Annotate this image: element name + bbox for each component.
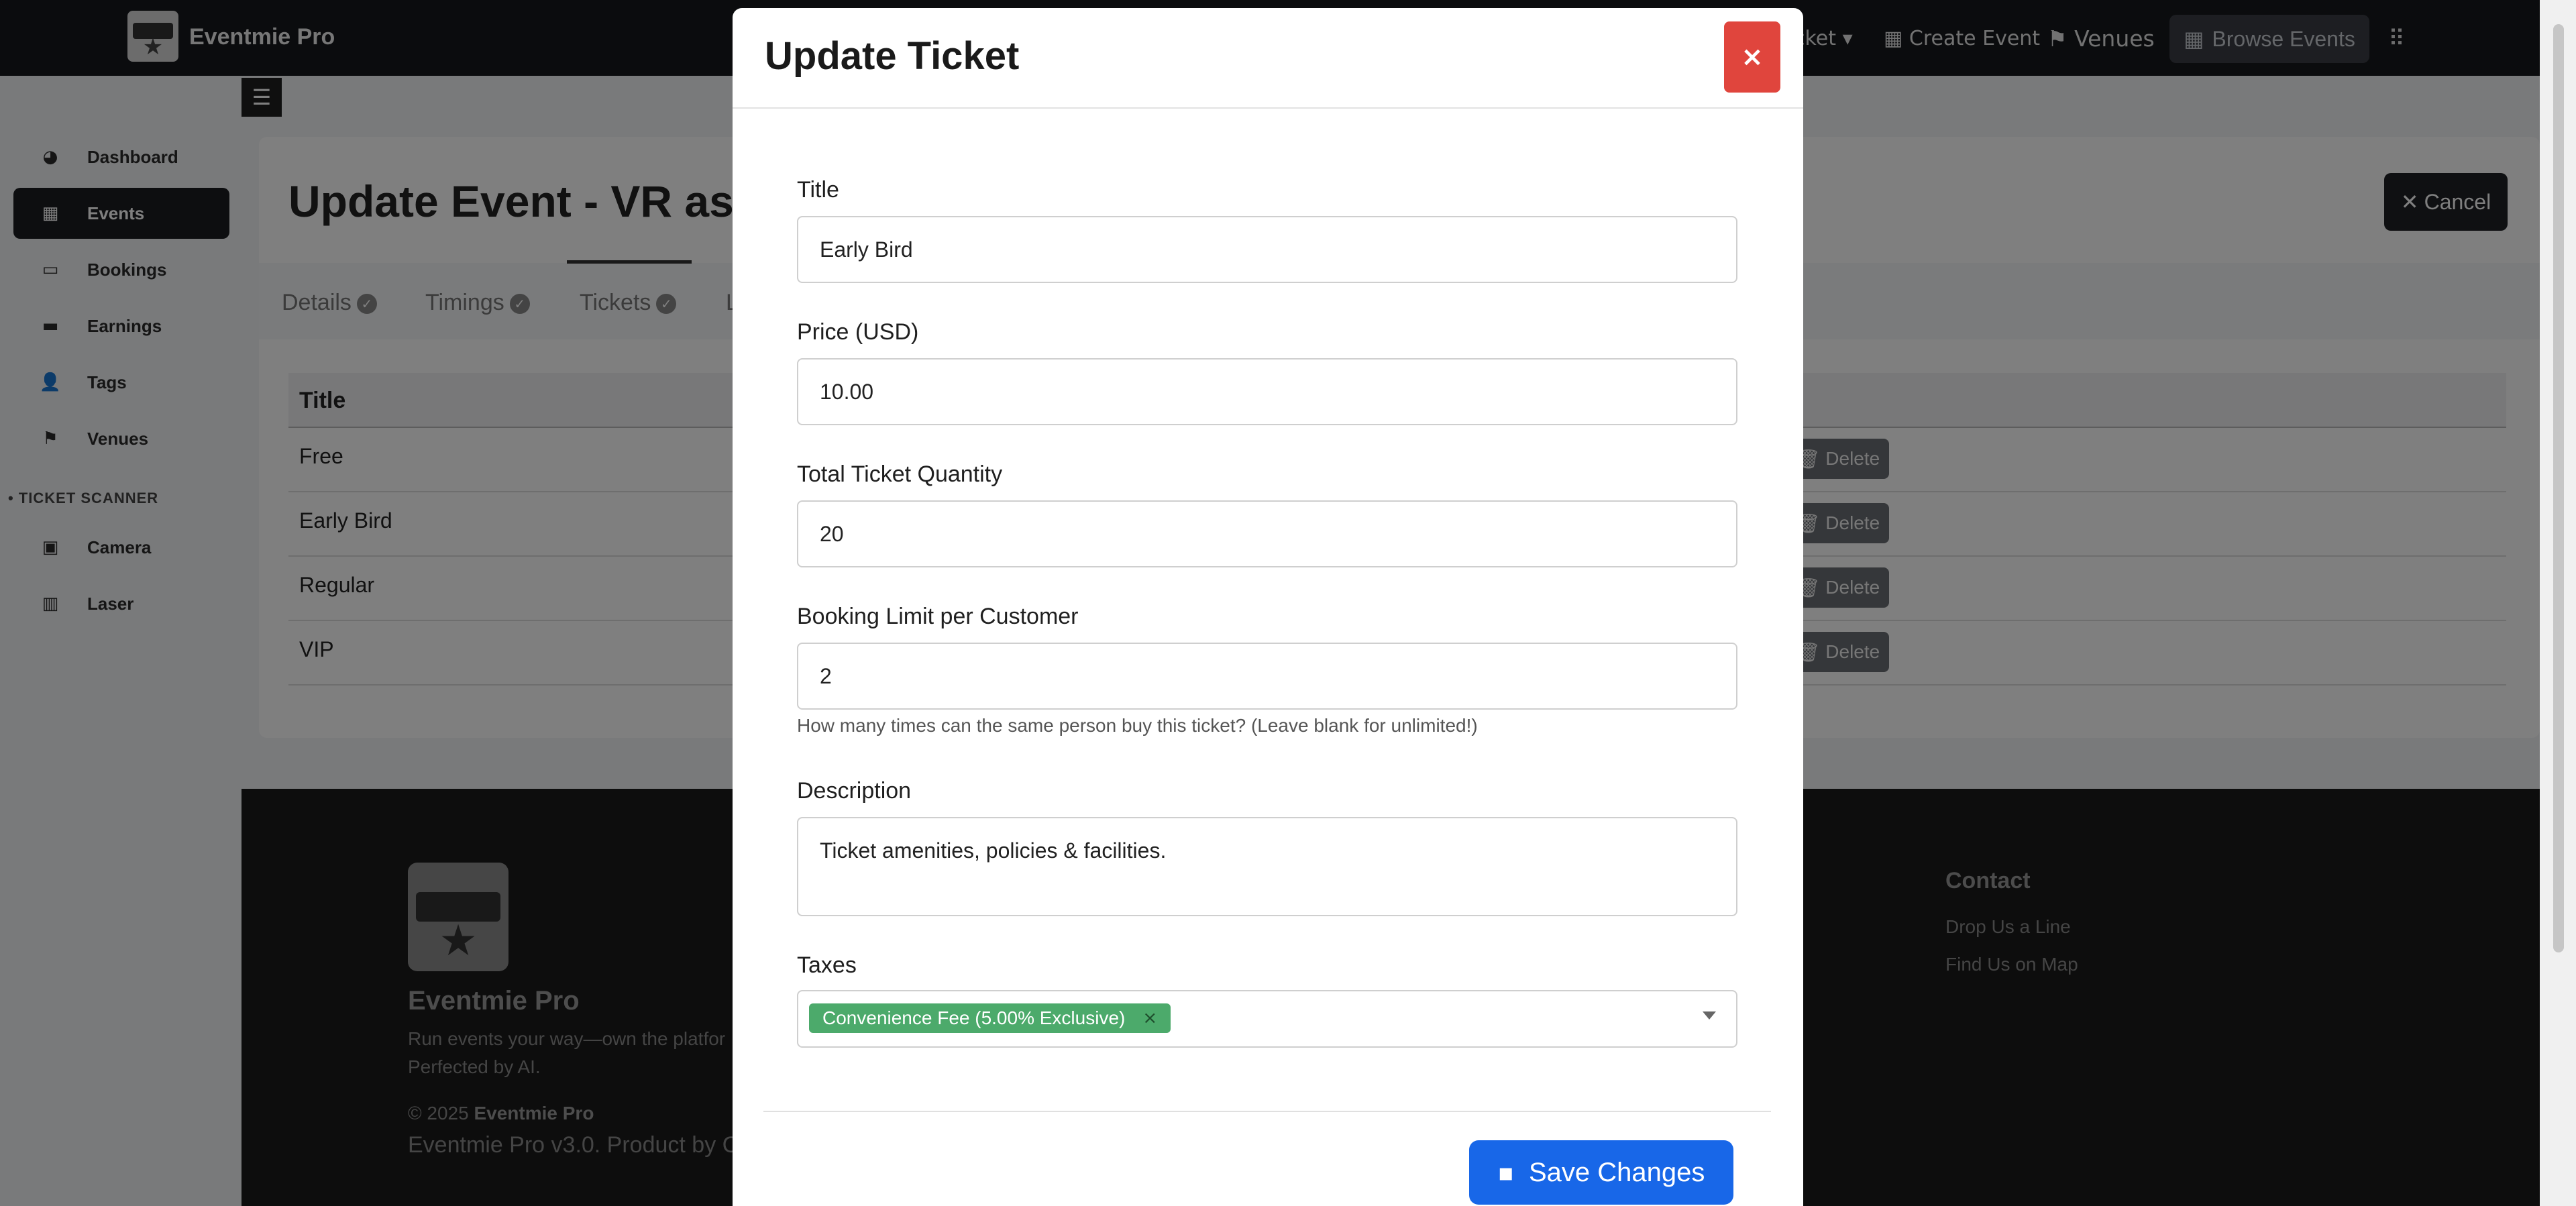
modal-title: Update Ticket <box>765 34 1020 78</box>
scrollbar-thumb[interactable] <box>2553 24 2564 952</box>
modal-close-button[interactable]: × <box>1724 21 1780 93</box>
save-icon: ▪ <box>1497 1158 1514 1187</box>
description-textarea[interactable]: Ticket amenities, policies & facilities. <box>797 817 1737 916</box>
price-input[interactable]: 10.00 <box>797 358 1737 425</box>
remove-tag-icon[interactable]: × <box>1142 1008 1157 1028</box>
price-label: Price (USD) <box>797 319 919 345</box>
tax-chip[interactable]: Convenience Fee (5.00% Exclusive) × <box>809 1003 1171 1033</box>
save-changes-button[interactable]: ▪ Save Changes <box>1469 1140 1733 1205</box>
modal-footer-divider <box>763 1111 1771 1112</box>
booking-limit-input[interactable]: 2 <box>797 643 1737 710</box>
title-label: Title <box>797 177 839 203</box>
description-label: Description <box>797 778 912 804</box>
booking-limit-label: Booking Limit per Customer <box>797 604 1079 629</box>
quantity-label: Total Ticket Quantity <box>797 461 1003 487</box>
chevron-down-icon[interactable] <box>1703 1011 1716 1020</box>
booking-limit-help: How many times can the same person buy t… <box>797 715 1478 736</box>
title-input[interactable]: Early Bird <box>797 216 1737 283</box>
quantity-input[interactable]: 20 <box>797 500 1737 567</box>
modal-header-divider <box>733 107 1803 109</box>
taxes-label: Taxes <box>797 952 857 978</box>
